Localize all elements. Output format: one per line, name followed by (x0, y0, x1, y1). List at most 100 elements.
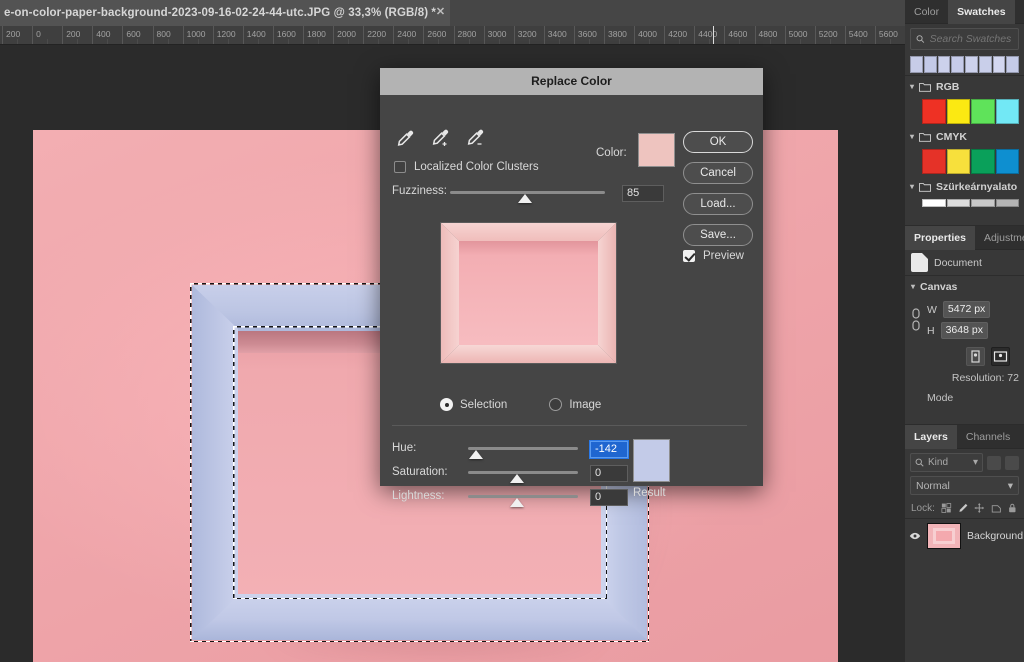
swatch-group-label: CMYK (936, 130, 967, 143)
lightness-slider-thumb[interactable] (510, 498, 524, 507)
kind-filter-select[interactable]: Kind ▾ (910, 453, 983, 472)
landscape-icon[interactable] (991, 347, 1010, 366)
swatch[interactable] (922, 199, 946, 207)
eyedropper-icon[interactable] (394, 127, 416, 149)
document-tab[interactable]: e-on-color-paper-background-2023-09-16-0… (0, 0, 450, 26)
localized-color-clusters-label: Localized Color Clusters (414, 161, 539, 173)
result-swatch[interactable] (633, 439, 670, 482)
localized-color-clusters-checkbox[interactable] (394, 161, 406, 173)
radio-image[interactable]: Image (549, 398, 601, 411)
radio-selection-dot[interactable] (440, 398, 453, 411)
eyedropper-group (394, 127, 486, 149)
ruler-tick-label: 2200 (367, 29, 387, 39)
swatch-group-header[interactable]: ▾ Szürkeárnyalato (905, 176, 1024, 197)
dialog-title: Replace Color (380, 68, 763, 95)
swatch[interactable] (971, 149, 995, 174)
lock-transparency-icon[interactable] (941, 502, 952, 514)
tab-color[interactable]: Color (905, 0, 948, 24)
height-field[interactable]: 3648 px (940, 322, 988, 339)
tab-p[interactable]: P (1019, 425, 1024, 449)
eyedropper-add-icon[interactable] (429, 127, 451, 149)
search-input[interactable] (929, 33, 1013, 45)
lock-artboard-icon[interactable] (991, 502, 1002, 514)
saturation-slider-thumb[interactable] (510, 474, 524, 483)
lock-image-icon[interactable] (958, 502, 969, 514)
ruler-tick-label: 1400 (246, 29, 266, 39)
swatch[interactable] (995, 149, 1019, 174)
lightness-value[interactable]: 0 (590, 489, 628, 506)
eyedropper-subtract-icon[interactable] (464, 127, 486, 149)
tab-gr[interactable]: Gr (1015, 0, 1024, 24)
saturation-label: Saturation: (392, 466, 448, 478)
lock-all-icon[interactable] (1007, 502, 1018, 514)
tab-layers[interactable]: Layers (905, 425, 957, 449)
swatch[interactable] (951, 56, 964, 73)
filter-pixel-icon[interactable] (987, 455, 1001, 470)
link-icon[interactable] (909, 305, 923, 335)
swatch-group-header[interactable]: ▾ RGB (905, 76, 1024, 97)
swatch[interactable] (995, 199, 1019, 207)
swatch[interactable] (978, 56, 992, 73)
saturation-value[interactable]: 0 (590, 465, 628, 482)
tab-adjustme[interactable]: Adjustme (975, 226, 1024, 250)
radio-image-dot[interactable] (549, 398, 563, 411)
width-field[interactable]: 5472 px (942, 301, 991, 318)
swatch[interactable] (937, 56, 951, 73)
ruler-tick: 5600 (874, 26, 898, 44)
canvas-section-header[interactable]: ▾ Canvas (905, 276, 1024, 297)
eye-icon[interactable] (909, 530, 921, 542)
swatch[interactable] (910, 56, 923, 73)
ruler-tick-label: 3400 (547, 29, 567, 39)
color-panel-tabs: ColorSwatchesGr (905, 0, 1024, 24)
fuzziness-value[interactable]: 85 (622, 185, 664, 202)
swatch[interactable] (971, 199, 995, 207)
lock-position-icon[interactable] (974, 502, 985, 514)
hue-slider-thumb[interactable] (469, 450, 483, 459)
hue-slider-track[interactable] (468, 447, 578, 450)
blend-mode-select[interactable]: Normal ▾ (910, 476, 1019, 495)
tab-properties[interactable]: Properties (905, 226, 975, 250)
save-button[interactable]: Save... (683, 224, 753, 246)
swatch[interactable] (946, 99, 970, 124)
selection-preview[interactable] (440, 222, 617, 364)
swatch[interactable] (971, 99, 995, 124)
filter-adjustment-icon[interactable] (1005, 455, 1019, 470)
layer-thumbnail[interactable] (927, 523, 961, 549)
fuzziness-slider-thumb[interactable] (518, 194, 532, 203)
swatch[interactable] (965, 56, 978, 73)
ok-button[interactable]: OK (683, 131, 753, 153)
frame-bevel-bottom (192, 594, 647, 640)
swatch-group-header[interactable]: ▾ CMYK (905, 126, 1024, 147)
swatch[interactable] (946, 199, 970, 207)
ruler-tick: 2800 (453, 26, 476, 44)
swatch[interactable] (923, 56, 937, 73)
ruler-tick-label: 2000 (337, 29, 357, 39)
swatch-search[interactable] (910, 28, 1019, 50)
close-icon[interactable]: ✕ (435, 7, 446, 18)
swatch[interactable] (946, 149, 970, 174)
tab-channels[interactable]: Channels (957, 425, 1019, 449)
ruler-tick-label: 4000 (638, 29, 658, 39)
document-row: Document (905, 250, 1024, 275)
hue-label: Hue: (392, 442, 417, 454)
ruler-tick-label: 4200 (668, 29, 688, 39)
swatch[interactable] (995, 99, 1019, 124)
preview-toggle-row[interactable]: Preview (683, 250, 744, 262)
radio-selection[interactable]: Selection (440, 398, 507, 411)
preview-checkbox[interactable] (683, 250, 695, 262)
portrait-icon[interactable] (966, 347, 985, 366)
swatch[interactable] (992, 56, 1006, 73)
localized-color-clusters-row[interactable]: Localized Color Clusters (394, 161, 539, 173)
hue-value[interactable]: -142 (590, 441, 628, 458)
swatch[interactable] (1006, 56, 1019, 73)
recent-swatches-row (905, 54, 1024, 75)
preview-bevel-left (441, 223, 459, 363)
color-swatch[interactable] (638, 133, 675, 167)
cancel-button[interactable]: Cancel (683, 162, 753, 184)
tab-swatches[interactable]: Swatches (948, 0, 1015, 24)
swatch[interactable] (922, 149, 946, 174)
swatch[interactable] (922, 99, 946, 124)
ruler-tick-label: 5200 (818, 29, 838, 39)
load-button[interactable]: Load... (683, 193, 753, 215)
layer-row[interactable]: Background (905, 519, 1024, 553)
